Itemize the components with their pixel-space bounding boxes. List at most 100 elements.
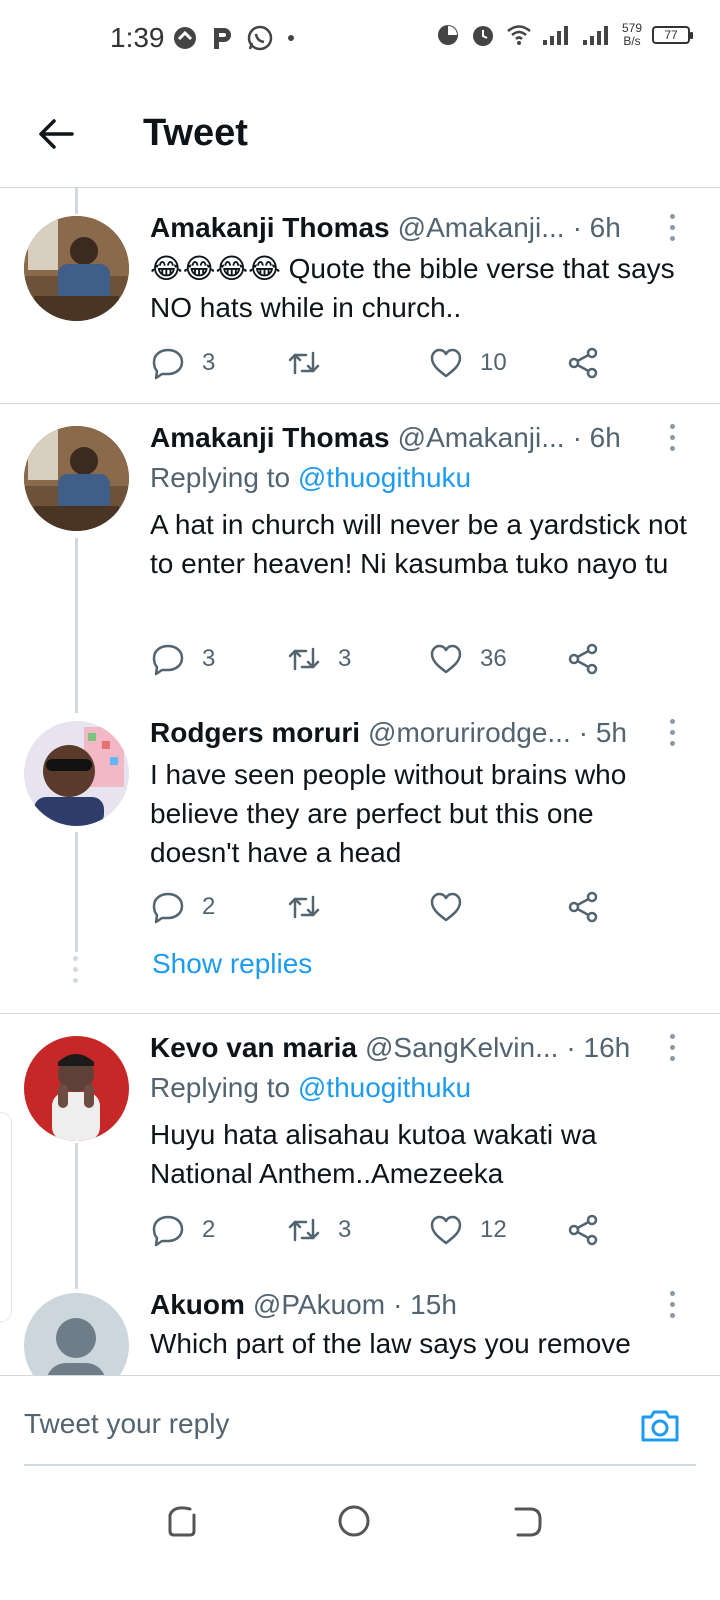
share-icon [568, 891, 598, 923]
reply-button[interactable]: 3 [150, 343, 215, 383]
status-time: 1:39 [110, 22, 165, 53]
reply-count: 3 [202, 645, 216, 672]
avatar[interactable] [24, 721, 129, 826]
tweet-time: · 6h [572, 212, 621, 243]
author-name[interactable]: Rodgers moruri [150, 717, 360, 749]
like-count: 12 [480, 1216, 507, 1243]
like-count: 10 [480, 349, 507, 376]
signal-2-icon [582, 26, 608, 45]
recents-button[interactable] [162, 1501, 202, 1541]
thread-line [75, 538, 78, 713]
reply-button[interactable]: 2 [150, 887, 215, 927]
author-name[interactable]: Akuom [150, 1289, 245, 1321]
share-icon [568, 1214, 598, 1246]
retweet-count: 3 [338, 645, 352, 672]
show-replies-link[interactable]: Show replies [152, 948, 312, 980]
replies-feed[interactable]: Amakanji Thomas @Amakanji... · 6h 😂😂😂😂 Q… [0, 188, 720, 1375]
retweet-count: 3 [338, 1216, 352, 1243]
alarm-icon [472, 26, 493, 46]
retweet-button[interactable] [286, 887, 338, 927]
tweet-actions: 3 10 [150, 343, 620, 383]
tweet-card[interactable]: Akuom @PAkuom · 15h Which part of the la… [0, 1289, 720, 1375]
tweet-card[interactable]: Amakanji Thomas @Amakanji... · 6h 😂😂😂😂 Q… [0, 188, 720, 403]
retweet-button[interactable]: 3 [286, 1210, 351, 1250]
back-nav-icon [514, 1507, 542, 1537]
retweet-button[interactable] [286, 343, 338, 383]
thread-continuation-dots [73, 956, 79, 989]
tweet-time: · 16h [566, 1032, 631, 1063]
back-button[interactable] [36, 114, 76, 154]
like-button[interactable]: 10 [428, 343, 507, 383]
author-name[interactable]: Amakanji Thomas [150, 422, 390, 454]
tweet-card[interactable]: Amakanji Thomas @Amakanji... · 6h Replyi… [0, 404, 720, 694]
more-vertical-icon [662, 1291, 682, 1318]
tweet-time: · 15h [393, 1289, 457, 1320]
tweet-card[interactable]: Kevo van maria @SangKelvin... · 16h Repl… [0, 1014, 720, 1289]
battery-icon: 77 [652, 26, 693, 44]
heart-icon [430, 892, 462, 922]
avatar[interactable] [24, 1293, 129, 1375]
more-options-button[interactable] [662, 208, 682, 248]
author-handle[interactable]: @SangKelvin... [365, 1032, 558, 1064]
tweet-header: Rodgers moruri @morurirodge... · 5h [150, 713, 700, 753]
replying-to-link[interactable]: @thuogithuku [298, 462, 471, 493]
home-button[interactable] [334, 1501, 374, 1541]
network-speed-unit: B/s [623, 34, 641, 48]
tweet-header: Akuom @PAkuom · 15h [150, 1285, 700, 1325]
share-icon [568, 643, 598, 675]
system-icons: 579 B/s 77 [436, 22, 693, 48]
more-options-button[interactable] [662, 1285, 682, 1325]
like-button[interactable]: 12 [428, 1210, 507, 1250]
avatar[interactable] [24, 426, 129, 531]
author-name[interactable]: Amakanji Thomas [150, 212, 390, 244]
like-button[interactable]: 36 [428, 639, 507, 679]
like-button[interactable] [428, 887, 480, 927]
signal-icon [542, 26, 568, 45]
more-vertical-icon [662, 214, 682, 241]
reply-count: 3 [202, 349, 216, 376]
share-button[interactable] [566, 343, 602, 383]
author-handle[interactable]: @Amakanji... [398, 422, 565, 454]
tweet-header: Kevo van maria @SangKelvin... · 16h [150, 1028, 700, 1068]
author-handle[interactable]: @PAkuom [253, 1289, 385, 1321]
author-name[interactable]: Kevo van maria [150, 1032, 357, 1064]
thread-line [75, 832, 78, 952]
notification-app-icon [174, 27, 196, 49]
network-speed: 579 B/s [622, 22, 642, 48]
retweet-icon [288, 351, 320, 375]
share-button[interactable] [566, 639, 602, 679]
share-icon [568, 347, 598, 379]
avatar[interactable] [24, 1036, 129, 1141]
more-options-button[interactable] [662, 713, 682, 753]
reply-count: 2 [202, 893, 216, 920]
edge-panel-handle[interactable] [0, 1112, 12, 1322]
share-button[interactable] [566, 887, 602, 927]
camera-button[interactable] [638, 1404, 682, 1448]
replying-to-line: Replying to @thuogithuku [150, 1072, 471, 1104]
reply-button[interactable]: 3 [150, 639, 215, 679]
tweet-text: Huyu hata alisahau kutoa wakati wa Natio… [150, 1119, 597, 1189]
replying-to-link[interactable]: @thuogithuku [298, 1072, 471, 1103]
more-options-button[interactable] [662, 418, 682, 458]
retweet-icon [288, 895, 320, 919]
more-options-button[interactable] [662, 1028, 682, 1068]
avatar[interactable] [24, 216, 129, 321]
tweet-header: Amakanji Thomas @Amakanji... · 6h [150, 208, 700, 248]
tweet-card[interactable]: Rodgers moruri @morurirodge... · 5h I ha… [0, 704, 720, 1014]
tweet-actions: 2 3 12 [150, 1210, 620, 1250]
reply-composer [0, 1375, 720, 1475]
retweet-button[interactable]: 3 [286, 639, 351, 679]
heart-icon [430, 348, 462, 378]
reply-bubble-icon [152, 892, 184, 924]
reply-input[interactable] [24, 1408, 584, 1440]
author-handle[interactable]: @morurirodge... [368, 717, 571, 749]
share-button[interactable] [566, 1210, 602, 1250]
arrow-left-icon [39, 119, 74, 149]
reply-button[interactable]: 2 [150, 1210, 215, 1250]
author-handle[interactable]: @Amakanji... [398, 212, 565, 244]
back-nav-button[interactable] [508, 1501, 548, 1541]
top-app-bar: Tweet [0, 80, 720, 188]
input-underline [24, 1464, 696, 1466]
tweet-time: · 5h [578, 717, 627, 748]
heart-icon [430, 644, 462, 674]
